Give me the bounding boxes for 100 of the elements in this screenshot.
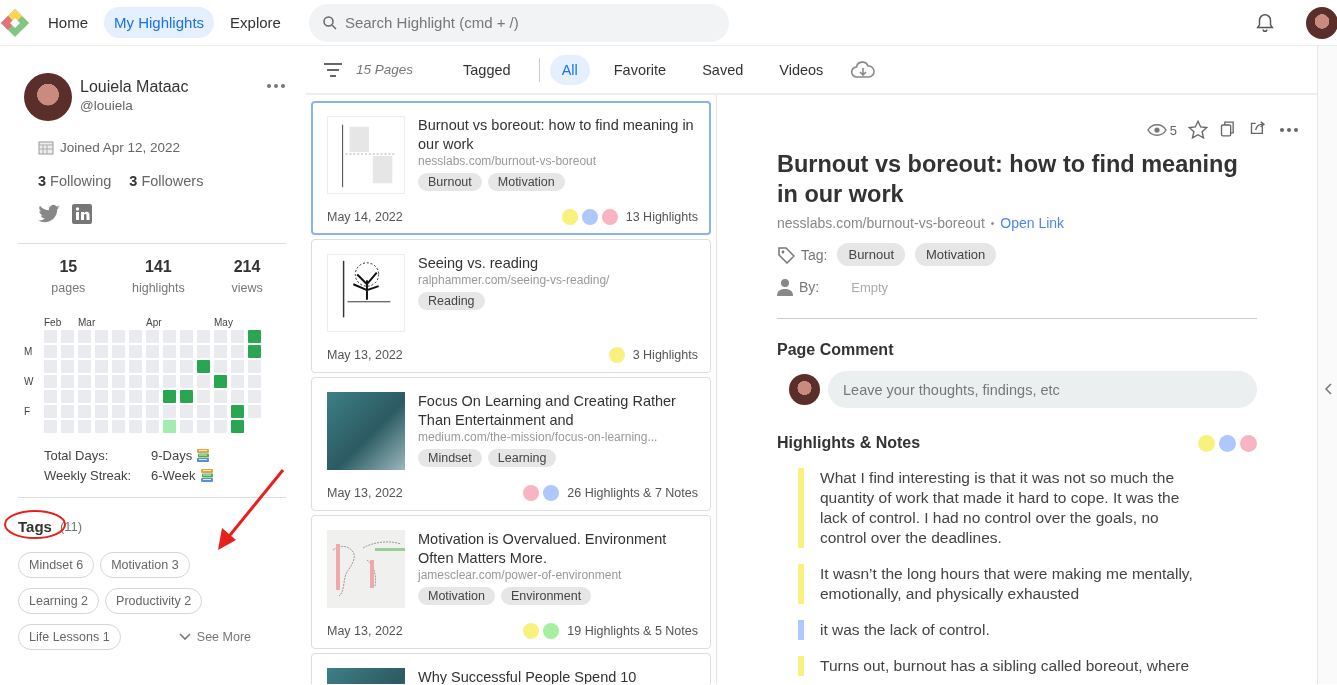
page-date: May 13, 2022 xyxy=(327,486,403,500)
stat-value: 214 xyxy=(233,258,261,276)
author-label: By: xyxy=(799,279,820,295)
page-card[interactable]: Seeing vs. reading ralphammer.com/seeing-vs-reading/ Reading May 13, 2022 3 Highlights xyxy=(311,239,711,373)
filter-tab[interactable]: Tagged xyxy=(451,54,523,85)
star-icon[interactable] xyxy=(1187,119,1209,141)
nav-tab[interactable]: Explore xyxy=(220,7,291,38)
eye-icon xyxy=(1146,123,1167,137)
chevron-down-icon xyxy=(178,633,191,641)
stat-label: views xyxy=(231,281,263,295)
page-date: May 13, 2022 xyxy=(327,624,403,638)
highlight-count: 13 Highlights xyxy=(625,210,698,224)
chevron-left-icon[interactable] xyxy=(1323,383,1332,395)
highlight-count: 26 Highlights & 7 Notes xyxy=(567,486,698,500)
stat-value: 141 xyxy=(145,258,172,276)
bell-icon[interactable] xyxy=(1254,11,1276,34)
filter-tab[interactable]: Favorite xyxy=(601,54,679,85)
tag-chip[interactable]: Environment xyxy=(501,587,592,605)
streak-label: Weekly Streak: xyxy=(44,468,133,483)
author-value: Empty xyxy=(851,279,889,295)
nav-tab[interactable]: My Highlights xyxy=(104,7,215,38)
page-count: 15 Pages xyxy=(356,62,414,77)
page-title: Seeing vs. reading xyxy=(418,254,540,273)
tag-chip[interactable]: Mindset xyxy=(418,449,482,467)
open-link[interactable]: Open Link xyxy=(1000,215,1065,231)
joined-date: Joined Apr 12, 2022 xyxy=(60,140,181,155)
color-filter-dot[interactable] xyxy=(1240,434,1257,452)
highlight-count: 3 Highlights xyxy=(632,348,698,362)
month-label: May xyxy=(214,317,233,328)
tag-label: Tag: xyxy=(801,246,828,263)
tags-heading: Tags xyxy=(18,518,52,535)
cloud-download-icon[interactable] xyxy=(851,60,876,79)
filter-tab[interactable]: All xyxy=(549,54,590,85)
page-date: May 14, 2022 xyxy=(327,210,403,224)
user-avatar[interactable] xyxy=(1306,6,1337,39)
followers-link[interactable]: 3 Followers xyxy=(129,173,204,189)
comment-heading: Page Comment xyxy=(777,341,895,359)
nav-tab[interactable]: Home xyxy=(38,7,98,38)
tag-chip[interactable]: Motivation xyxy=(487,173,565,191)
page-url: nesslabs.com/burnout-vs-boreout xyxy=(418,154,598,168)
books-icon xyxy=(199,468,214,483)
person-icon xyxy=(777,278,793,296)
see-more-link[interactable]: See More xyxy=(178,630,251,644)
page-url: ralphammer.com/seeing-vs-reading/ xyxy=(418,273,610,287)
tag-chip[interactable]: Learning xyxy=(487,449,557,467)
color-filter-dot[interactable] xyxy=(1219,434,1236,452)
tag-chip[interactable]: Reading xyxy=(418,292,485,310)
linkedin-icon[interactable] xyxy=(72,204,92,224)
bird-icon[interactable] xyxy=(38,204,60,224)
calendar-icon xyxy=(38,140,54,155)
search-icon xyxy=(320,13,339,32)
page-heading: Burnout vs boreout: how to find meaning in our work xyxy=(777,150,1239,209)
tag-chip[interactable]: Burnout xyxy=(418,173,482,191)
stat-value: 15 xyxy=(59,258,78,276)
highlight-text: it was the lack of control. xyxy=(820,620,990,640)
filter-tab[interactable]: Saved xyxy=(690,54,756,85)
stat-label: highlights xyxy=(131,281,185,295)
highlight-text: Turns out, burnout has a sibling called boreout, where xyxy=(820,656,1190,676)
month-label: Apr xyxy=(146,317,162,328)
page-title: Motivation is Overvalued. Environment Often Matters More. xyxy=(418,530,668,568)
page-url: medium.com/the-mission/focus-on-learning... xyxy=(418,430,659,444)
tag-icon xyxy=(777,245,795,264)
streak-value: 9-Days xyxy=(151,448,193,463)
more-icon[interactable] xyxy=(266,83,286,89)
tag-chip[interactable]: Motivation xyxy=(418,587,495,605)
filter-icon[interactable] xyxy=(324,62,342,77)
streak-value: 6-Week xyxy=(151,468,196,483)
page-date: May 13, 2022 xyxy=(327,348,403,362)
separator-dot: • xyxy=(990,217,995,229)
page-url: nesslabs.com/burnout-vs-boreout xyxy=(777,215,985,231)
highlight-count: 19 Highlights & 5 Notes xyxy=(567,624,698,638)
logo-icon xyxy=(0,7,30,38)
search-field[interactable]: Search Highlight (cmd + /) xyxy=(308,3,729,42)
following-link[interactable]: 3 Following xyxy=(38,173,112,189)
page-title: Focus On Learning and Creating Rather Than Entertainment and xyxy=(418,392,677,430)
stat-label: pages xyxy=(51,281,86,295)
weekday-label: F xyxy=(24,405,32,418)
color-filter-dot[interactable] xyxy=(1198,434,1215,452)
page-card[interactable]: Focus On Learning and Creating Rather Than Entertainment and medium.com/the-mission/focus-on-learning... Mindset Learning May 13, 2022 26 Highlights & 7 Notes xyxy=(311,377,711,511)
books-icon xyxy=(196,448,211,463)
profile-handle: @louiela xyxy=(80,98,134,113)
filter-tab[interactable]: Videos xyxy=(767,54,836,85)
profile-avatar xyxy=(24,73,72,121)
page-card[interactable]: Motivation is Overvalued. Environment Often Matters More. jamesclear.com/power-of-environment Motivation Environment May 13, 2022 19 Highlights & 5 Notes xyxy=(311,515,711,649)
view-count: 5 xyxy=(1169,122,1177,138)
highlight-text: What I find interesting is that it was not so much the quantity of work that made it hard to cope. It was the lack of control. I had no control over the goals, no control over the deadlines. xyxy=(820,468,1181,548)
month-label: Mar xyxy=(78,317,96,328)
page-url: jamesclear.com/power-of-environment xyxy=(418,568,623,582)
commenter-avatar xyxy=(789,374,820,405)
tag-chip[interactable]: Motivation xyxy=(915,243,997,266)
streak-label: Total Days: xyxy=(44,448,110,463)
month-label: Feb xyxy=(44,317,62,328)
more-icon[interactable] xyxy=(1279,127,1299,133)
highlights-heading: Highlights & Notes xyxy=(777,434,922,452)
tag-chip[interactable]: Burnout xyxy=(837,243,905,266)
comment-field[interactable]: Leave your thoughts, findings, etc xyxy=(828,371,1257,408)
weekday-label: M xyxy=(24,345,34,358)
weekday-label: W xyxy=(24,375,35,388)
highlight-text: It wasn’t the long hours that were making me mentally, emotionally, and physically exhausted xyxy=(820,564,1194,604)
page-card[interactable]: Burnout vs boreout: how to find meaning in our work nesslabs.com/burnout-vs-boreout Burnout Motivation May 14, 2022 13 Highlights xyxy=(311,101,711,235)
